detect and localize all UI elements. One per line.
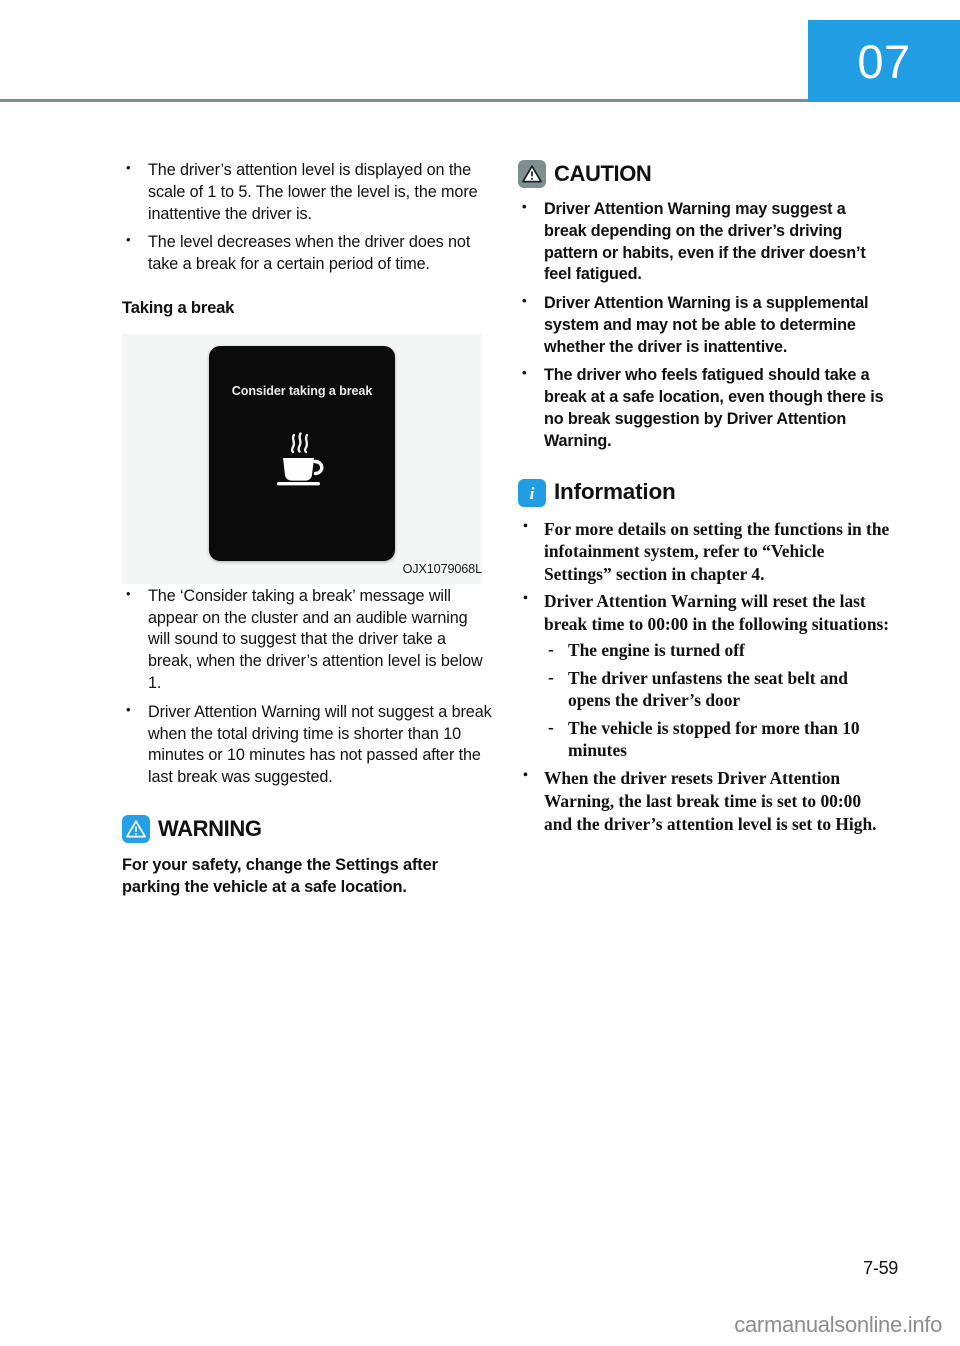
sub-list-item: The vehicle is stopped for more than 10 … xyxy=(544,716,890,762)
sub-list-item: The engine is turned off xyxy=(544,638,890,662)
information-callout-header: i Information xyxy=(518,478,890,507)
header-rule xyxy=(0,99,810,102)
coffee-cup-icon xyxy=(209,432,395,488)
list-item: Driver Attention Warning will reset the … xyxy=(518,590,890,762)
left-column: The driver’s attention level is displaye… xyxy=(122,159,494,899)
list-item: The ‘Consider taking a break’ message wi… xyxy=(122,585,494,695)
information-i-icon: i xyxy=(518,478,546,507)
list-item: Driver Attention Warning is a supplement… xyxy=(518,292,890,358)
sub-list-item: The driver unfastens the seat belt and o… xyxy=(544,666,890,712)
chapter-tab: 07 xyxy=(808,20,960,102)
list-item: The driver who feels fatigued should tak… xyxy=(518,364,890,452)
list-item: For more details on setting the function… xyxy=(518,518,890,587)
page-header: 07 xyxy=(0,0,960,120)
caution-bullet-list: Driver Attention Warning may suggest a b… xyxy=(518,198,890,453)
warning-triangle-icon xyxy=(122,814,150,843)
figure-bullet-list: The ‘Consider taking a break’ message wi… xyxy=(122,585,494,789)
svg-text:i: i xyxy=(530,484,535,503)
warning-callout-header: WARNING xyxy=(122,814,494,843)
site-watermark: carmanualsonline.info xyxy=(734,1312,942,1337)
caution-triangle-icon xyxy=(518,160,546,188)
information-title: Information xyxy=(554,479,676,505)
list-item: The level decreases when the driver does… xyxy=(122,231,494,276)
figure-caption: OJX1079068L xyxy=(402,561,483,576)
chapter-number: 07 xyxy=(857,34,911,88)
information-sub-bullet-list: The engine is turned off The driver unfa… xyxy=(544,638,890,762)
section-heading: Taking a break xyxy=(122,297,235,317)
list-item-label: Driver Attention Warning will reset the … xyxy=(544,591,890,635)
list-item: Driver Attention Warning may suggest a b… xyxy=(518,198,890,286)
right-column: CAUTION Driver Attention Warning may sug… xyxy=(518,160,890,840)
cluster-display-panel: Consider taking a break xyxy=(209,345,395,561)
cluster-figure: Consider taking a break OJX1079068L xyxy=(122,333,483,584)
list-item: The driver’s attention level is displaye… xyxy=(122,159,494,225)
caution-title: CAUTION xyxy=(554,161,652,186)
page-number: 7-59 xyxy=(863,1258,898,1278)
list-item: When the driver resets Driver Attention … xyxy=(518,767,890,836)
cluster-message-text: Consider taking a break xyxy=(231,383,373,398)
caution-callout-header: CAUTION xyxy=(518,160,890,188)
list-item: Driver Attention Warning will not sugges… xyxy=(122,701,494,789)
information-bullet-list: For more details on setting the function… xyxy=(518,518,890,836)
warning-body-text: For your safety, change the Settings aft… xyxy=(122,855,438,897)
intro-bullet-list: The driver’s attention level is displaye… xyxy=(122,159,494,276)
warning-title: WARNING xyxy=(158,815,262,841)
